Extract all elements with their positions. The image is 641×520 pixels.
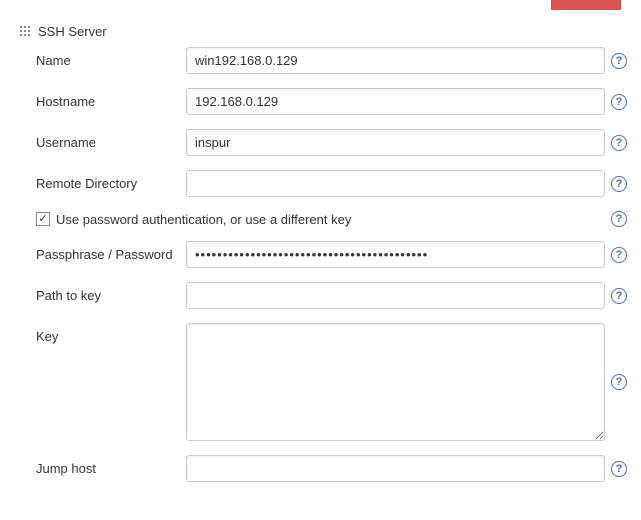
help-icon[interactable]: ? [611,247,627,263]
remote-directory-input[interactable] [186,170,605,197]
hostname-label: Hostname [36,88,186,109]
jump-host-label: Jump host [36,455,186,476]
remote-directory-label: Remote Directory [36,170,186,191]
passphrase-label: Passphrase / Password [36,241,186,262]
drag-handle-icon[interactable] [20,26,32,38]
username-input[interactable] [186,129,605,156]
help-icon[interactable]: ? [611,288,627,304]
use-password-checkbox[interactable] [36,212,50,226]
name-label: Name [36,47,186,68]
help-icon[interactable]: ? [611,211,627,227]
help-icon[interactable]: ? [611,53,627,69]
help-icon[interactable]: ? [611,374,627,390]
delete-button[interactable] [551,0,621,10]
key-textarea[interactable] [186,323,605,441]
help-icon[interactable]: ? [611,176,627,192]
path-to-key-label: Path to key [36,282,186,303]
help-icon[interactable]: ? [611,94,627,110]
key-label: Key [36,323,186,344]
ssh-server-section: SSH Server Name ? Hostname ? Username ? … [20,24,627,496]
section-header: SSH Server [20,24,627,39]
jump-host-input[interactable] [186,455,605,482]
passphrase-input[interactable] [186,241,605,268]
section-title: SSH Server [38,24,107,39]
name-input[interactable] [186,47,605,74]
use-password-label: Use password authentication, or use a di… [56,212,351,227]
hostname-input[interactable] [186,88,605,115]
path-to-key-input[interactable] [186,282,605,309]
help-icon[interactable]: ? [611,135,627,151]
username-label: Username [36,129,186,150]
help-icon[interactable]: ? [611,461,627,477]
